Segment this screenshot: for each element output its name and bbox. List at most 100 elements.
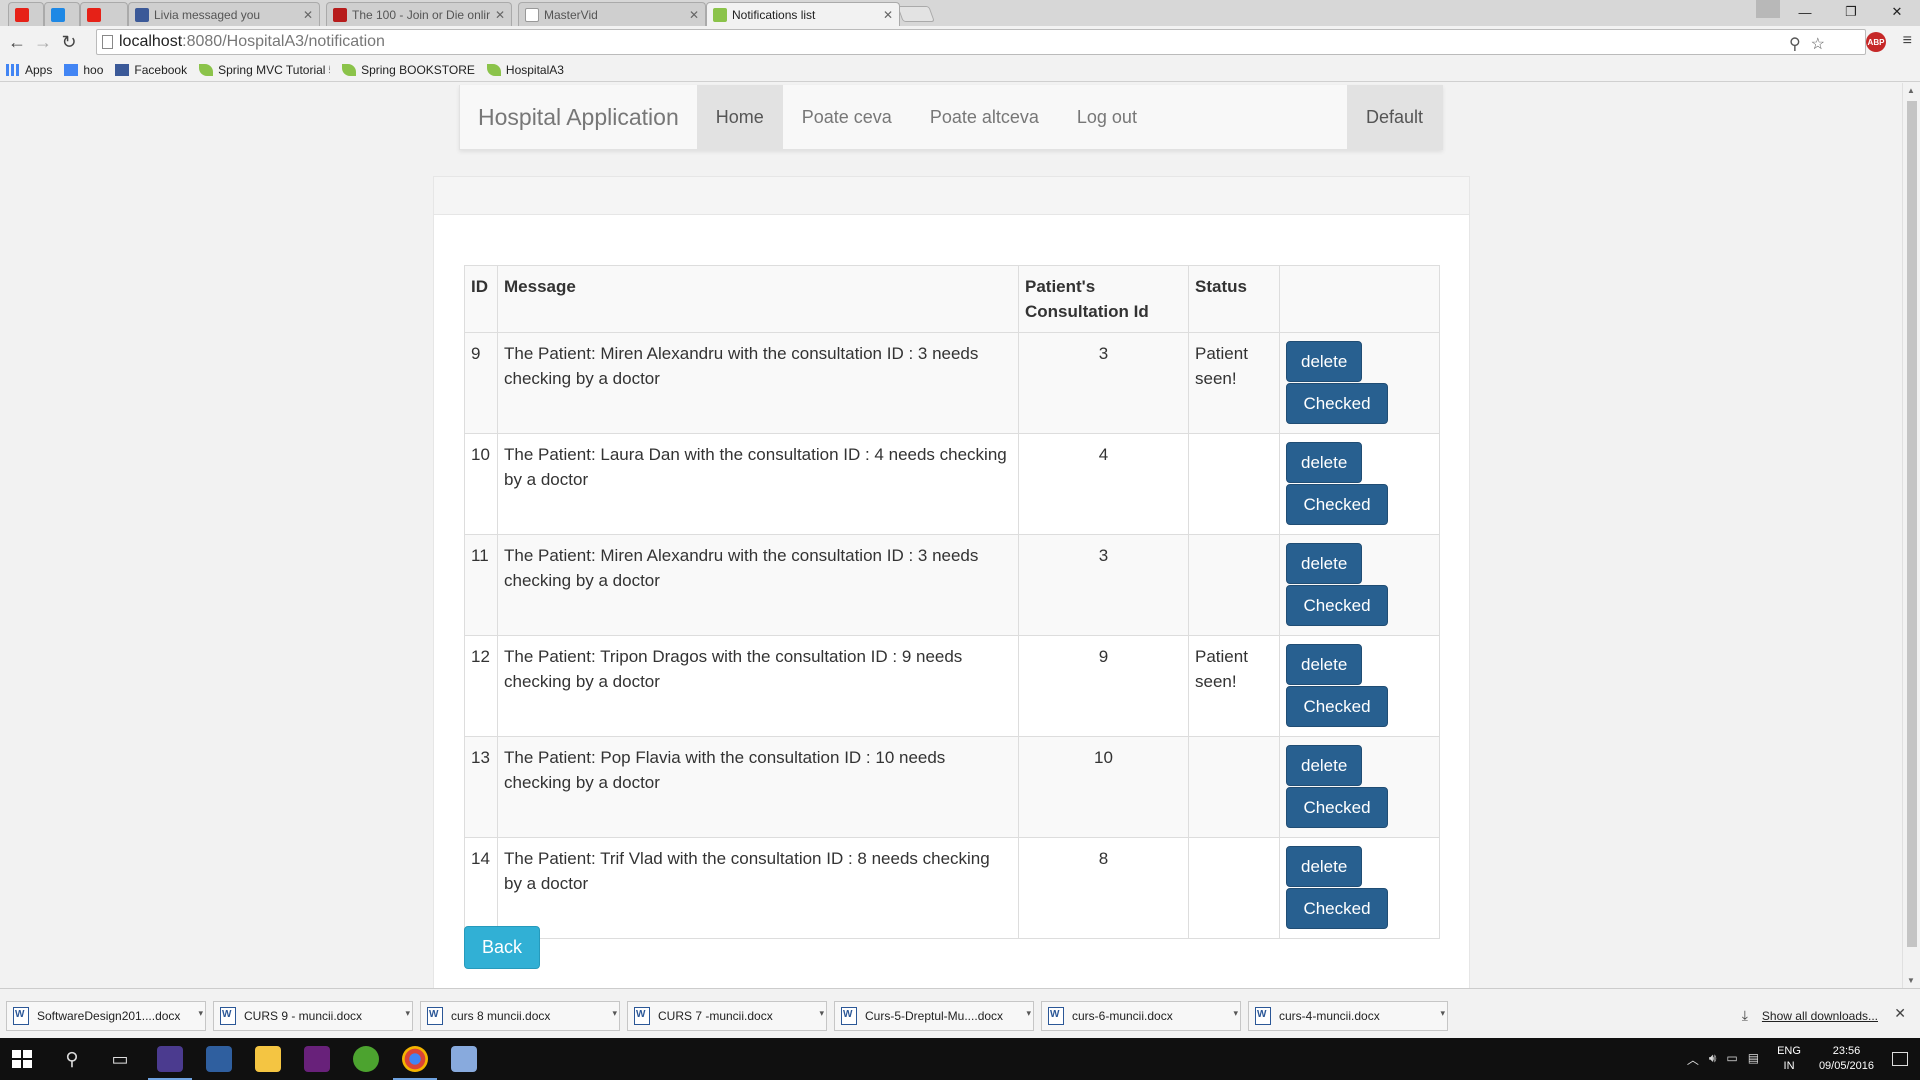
checked-button[interactable]: Checked (1286, 686, 1388, 727)
download-item[interactable]: curs-6-muncii.docx ▾ (1041, 1001, 1241, 1031)
cell-id: 9 (464, 332, 498, 434)
adblock-icon[interactable]: ABP (1866, 32, 1886, 52)
close-window-icon[interactable]: ✕ (1874, 0, 1920, 24)
minimize-icon[interactable]: — (1782, 0, 1828, 24)
bookmark-hospitala3[interactable]: HospitalA3 (486, 63, 564, 77)
user-profile-icon[interactable] (1756, 0, 1780, 18)
bookmark-spring-bookstore[interactable]: Spring BOOKSTORE (342, 63, 475, 77)
checked-button[interactable]: Checked (1286, 383, 1388, 424)
new-tab-button[interactable] (897, 6, 935, 22)
scroll-down-arrow-icon[interactable]: ▼ (1907, 976, 1915, 985)
tab-the-100[interactable]: The 100 - Join or Die onlir ✕ (326, 2, 512, 26)
chevron-down-icon[interactable]: ▾ (612, 1008, 617, 1019)
task-view-icon[interactable]: ▭ (106, 1045, 134, 1073)
notification-center-icon[interactable] (1892, 1052, 1908, 1066)
page-info-icon[interactable] (102, 35, 113, 49)
chrome-icon[interactable] (393, 1046, 437, 1080)
download-item[interactable]: SoftwareDesign201....docx ▾ (6, 1001, 206, 1031)
word-document-icon (13, 1007, 29, 1025)
table-row: 10 The Patient: Laura Dan with the consu… (464, 433, 1440, 535)
nav-poate-altceva[interactable]: Poate altceva (911, 85, 1058, 149)
menu-icon[interactable]: ≡ (1903, 32, 1912, 50)
volume-icon[interactable]: 🔊︎ (1709, 1051, 1717, 1068)
chevron-down-icon[interactable]: ▾ (405, 1008, 410, 1019)
close-icon[interactable]: ✕ (1894, 1005, 1906, 1022)
nav-poate-ceva[interactable]: Poate ceva (783, 85, 911, 149)
download-item[interactable]: Curs-5-Dreptul-Mu....docx ▾ (834, 1001, 1034, 1031)
chevron-up-icon[interactable]: ︿ (1687, 1051, 1699, 1068)
checked-button[interactable]: Checked (1286, 888, 1388, 929)
download-filename: curs 8 muncii.docx (451, 1009, 551, 1023)
tab-mastervid[interactable]: MasterVid ✕ (518, 2, 706, 26)
nav-default[interactable]: Default (1346, 85, 1442, 149)
app-navbar: Hospital Application Home Poate ceva Poa… (459, 85, 1443, 150)
scrollbar-thumb[interactable] (1907, 101, 1917, 947)
windows-start-icon[interactable] (12, 1050, 32, 1068)
chevron-down-icon[interactable]: ▾ (819, 1008, 824, 1019)
tab-facebook[interactable]: Livia messaged you ✕ (128, 2, 320, 26)
address-bar[interactable]: localhost:8080/HospitalA3/notification ⚲… (96, 29, 1866, 55)
cell-status (1188, 736, 1280, 838)
back-button[interactable]: Back (464, 926, 541, 969)
close-icon[interactable]: ✕ (495, 8, 505, 22)
download-item[interactable]: CURS 7 -muncii.docx ▾ (627, 1001, 827, 1031)
chevron-down-icon[interactable]: ▾ (1233, 1008, 1238, 1019)
close-icon[interactable]: ✕ (689, 8, 699, 22)
back-arrow-icon[interactable]: ← (4, 32, 30, 53)
checked-button[interactable]: Checked (1286, 585, 1388, 626)
utorrent-icon[interactable] (353, 1046, 379, 1072)
search-icon[interactable]: ⚲ (58, 1045, 86, 1073)
cell-status (1188, 433, 1280, 535)
battery-icon[interactable]: ▭ (1726, 1051, 1737, 1068)
notepad-icon[interactable] (451, 1046, 477, 1072)
message-icon[interactable]: ▤ (1748, 1051, 1759, 1068)
download-item[interactable]: curs 8 muncii.docx ▾ (420, 1001, 620, 1031)
delete-button[interactable]: delete (1286, 846, 1363, 887)
close-icon[interactable]: ✕ (883, 8, 893, 22)
bookmark-apps[interactable]: Apps (6, 63, 52, 77)
app-icon[interactable] (206, 1046, 232, 1072)
download-item[interactable]: CURS 9 - muncii.docx ▾ (213, 1001, 413, 1031)
bookmark-label: Spring BOOKSTORE (361, 62, 475, 77)
forward-arrow-icon[interactable]: → (30, 32, 56, 53)
bookmark-star-icon[interactable]: ☆ (1811, 34, 1825, 54)
bookmark-hoo[interactable]: hoo (64, 63, 103, 77)
page-scrollbar[interactable]: ▲ ▼ (1902, 83, 1920, 988)
show-all-downloads-link[interactable]: Show all downloads... (1762, 1009, 1878, 1023)
nav-log-out[interactable]: Log out (1058, 85, 1156, 149)
header-actions (1279, 265, 1440, 333)
language-indicator[interactable]: ENG IN (1777, 1044, 1801, 1074)
nav-home[interactable]: Home (696, 85, 783, 149)
translate-icon (64, 63, 79, 76)
checked-button[interactable]: Checked (1286, 787, 1388, 828)
chevron-down-icon[interactable]: ▾ (198, 1008, 203, 1019)
word-document-icon (427, 1007, 443, 1025)
tab-pinned-2[interactable] (44, 2, 80, 26)
file-explorer-icon[interactable] (255, 1046, 281, 1072)
download-item[interactable]: curs-4-muncii.docx ▾ (1248, 1001, 1448, 1031)
visual-studio-icon[interactable] (304, 1046, 330, 1072)
bookmark-facebook[interactable]: Facebook (115, 63, 187, 77)
tab-youtube-1[interactable] (8, 2, 44, 26)
language-code: ENG (1777, 1045, 1801, 1057)
bookmark-spring-mvc[interactable]: Spring MVC Tutorial 5 (199, 63, 330, 77)
close-icon[interactable]: ✕ (303, 8, 313, 22)
delete-button[interactable]: delete (1286, 644, 1363, 685)
delete-button[interactable]: delete (1286, 745, 1363, 786)
delete-button[interactable]: delete (1286, 341, 1363, 382)
eclipse-app-icon[interactable] (148, 1046, 192, 1080)
chevron-down-icon[interactable]: ▾ (1440, 1008, 1445, 1019)
navbar-brand[interactable]: Hospital Application (460, 85, 697, 149)
zoom-icon[interactable]: ⚲ (1789, 34, 1801, 54)
scroll-up-arrow-icon[interactable]: ▲ (1907, 86, 1915, 95)
tab-notifications[interactable]: Notifications list ✕ (706, 2, 900, 26)
tab-youtube-2[interactable] (80, 2, 128, 26)
chevron-down-icon[interactable]: ▾ (1026, 1008, 1031, 1019)
delete-button[interactable]: delete (1286, 543, 1363, 584)
reload-icon[interactable]: ↻ (56, 32, 82, 53)
clock[interactable]: 23:56 09/05/2016 (1819, 1044, 1874, 1074)
restore-icon[interactable]: ❐ (1828, 0, 1874, 24)
checked-button[interactable]: Checked (1286, 484, 1388, 525)
tv-icon (333, 7, 347, 22)
delete-button[interactable]: delete (1286, 442, 1363, 483)
